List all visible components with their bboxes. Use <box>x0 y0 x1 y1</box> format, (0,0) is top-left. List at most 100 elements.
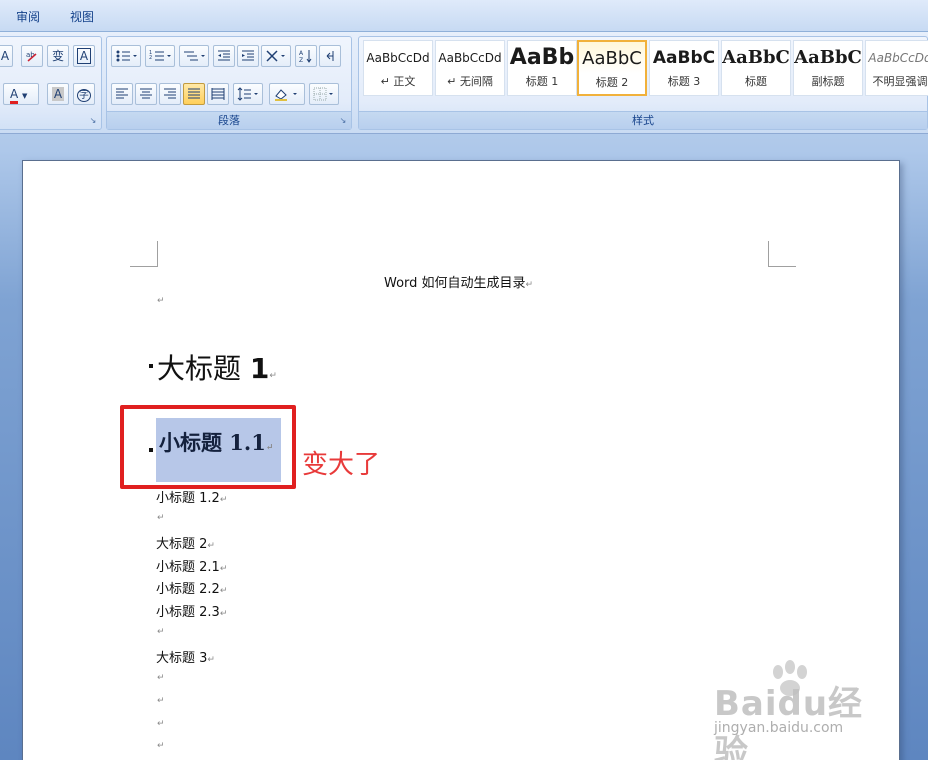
svg-text:Z: Z <box>299 57 303 63</box>
style-sample: AaBbC <box>652 48 716 68</box>
sort-button[interactable]: AZ <box>295 45 317 67</box>
body-line-text: 小标题 2.3 <box>156 605 220 620</box>
chinese-layout-button[interactable] <box>261 45 291 67</box>
body-line[interactable]: 大标题 2↵ <box>156 533 215 552</box>
style-tile[interactable]: AaBbC 标题 3 <box>649 40 719 96</box>
tab-review[interactable]: 审阅 <box>16 8 40 25</box>
paragraph-mark: ↵ <box>219 586 228 596</box>
annotation-text: 变大了 <box>302 450 381 480</box>
numbering-button[interactable]: 12 <box>145 45 175 67</box>
shading-button[interactable] <box>269 83 305 105</box>
paragraph-mark: ↵ <box>157 719 165 729</box>
style-sample: AaBbCcDd <box>868 51 928 65</box>
paragraph-mark: ↵ <box>207 541 215 551</box>
show-marks-button[interactable] <box>319 45 341 67</box>
style-name: 标题 1 <box>525 75 559 88</box>
paragraph-mark: ↵ <box>219 609 228 619</box>
paragraph-mark: ↵ <box>157 673 165 683</box>
paragraph-mark: ↵ <box>219 495 228 505</box>
style-name: 不明显强调 <box>872 75 928 88</box>
paragraph-mark: ↵ <box>219 564 228 574</box>
style-name: 标题 <box>745 75 767 88</box>
body-line-text: 小标题 1.2 <box>156 491 220 506</box>
style-tile[interactable]: AaBb 标题 1 <box>507 40 577 96</box>
style-name: ↵ 正文 <box>380 75 416 88</box>
body-line[interactable]: 小标题 1.2↵ <box>156 487 227 506</box>
body-line-text: 大标题 3 <box>156 651 208 666</box>
bullets-button[interactable] <box>111 45 141 67</box>
heading-1-number: 1 <box>249 352 270 385</box>
body-line[interactable]: 大标题 3↵ <box>156 647 215 666</box>
multilevel-list-button[interactable] <box>179 45 209 67</box>
margin-corner-top-right <box>768 241 796 267</box>
highlight-box <box>120 405 296 489</box>
body-line[interactable]: 小标题 2.1↵ <box>156 556 227 575</box>
ribbon-tab-strip: 审阅 视图 <box>0 0 928 32</box>
body-line[interactable]: 小标题 2.3↵ <box>156 601 227 620</box>
style-name: 标题 2 <box>595 76 629 89</box>
style-sample: AaBbC <box>794 47 862 68</box>
borders-button[interactable] <box>309 83 339 105</box>
body-line-text: 小标题 2.1 <box>156 560 220 575</box>
paragraph-mark: ↵ <box>157 513 165 523</box>
style-tile[interactable]: AaBbCcDd 不明显强调 <box>865 40 928 96</box>
char-shading-button[interactable]: A <box>47 83 69 105</box>
font-color-button[interactable]: A ▼ <box>3 83 39 105</box>
heading-1-text: 大标题 <box>157 352 250 385</box>
styles-group: AaBbCcDd ↵ 正文 AaBbCcDd ↵ 无间隔 AaBb 标题 1 AaBbC 标题… <box>358 36 928 130</box>
phonetic-guide-button[interactable]: 变 <box>47 45 69 67</box>
document-title-text: Word 如何自动生成目录 <box>384 276 526 291</box>
align-right-button[interactable] <box>159 83 181 105</box>
style-sample: AaBbCcDd <box>438 51 502 65</box>
paragraph-mark: ↵ <box>157 696 165 706</box>
heading-1[interactable]: 大标题 1↵ <box>157 347 277 387</box>
paragraph-mark: ↵ <box>207 655 215 665</box>
enclose-char-button[interactable]: 字 <box>73 83 95 105</box>
paragraph-mark: ↵ <box>525 280 534 290</box>
chevron-down-icon: ▼ <box>22 92 28 100</box>
style-sample: AaBbC <box>722 47 790 68</box>
paragraph-mark: ↵ <box>157 627 165 637</box>
grow-font-button[interactable]: A <box>0 45 13 67</box>
distributed-button[interactable] <box>207 83 229 105</box>
style-tile[interactable]: AaBbCcDd ↵ 无间隔 <box>435 40 505 96</box>
align-left-button[interactable] <box>111 83 133 105</box>
tab-view[interactable]: 视图 <box>70 8 94 25</box>
margin-corner-top-left <box>130 241 158 267</box>
decrease-indent-button[interactable] <box>213 45 235 67</box>
align-center-button[interactable] <box>135 83 157 105</box>
heading-bullet <box>149 364 153 368</box>
char-border-glyph: A <box>76 48 92 64</box>
char-shading-glyph: A <box>51 87 65 101</box>
justify-button[interactable] <box>183 83 205 105</box>
font-color-glyph: A <box>10 87 19 104</box>
grow-font-glyph: A <box>0 49 10 63</box>
style-tile[interactable]: AaBbC 副标题 <box>793 40 863 96</box>
clear-format-icon[interactable]: ab <box>21 45 43 67</box>
watermark-brand: Baidu经验 <box>714 684 864 760</box>
phonetic-glyph: 变 <box>51 49 64 63</box>
line-spacing-button[interactable] <box>233 83 263 105</box>
style-name: 标题 3 <box>667 75 701 88</box>
style-tile[interactable]: AaBbCcDd ↵ 正文 <box>363 40 433 96</box>
svg-text:A: A <box>299 50 304 57</box>
style-sample: AaBb <box>509 45 575 70</box>
svg-text:2: 2 <box>149 55 152 61</box>
char-border-button[interactable]: A <box>73 45 95 67</box>
font-dialog-launcher-icon[interactable]: ↘ <box>88 116 98 126</box>
watermark-url: jingyan.baidu.com <box>714 720 844 736</box>
enclose-char-glyph: 字 <box>77 89 91 102</box>
style-sample: AaBbC <box>582 48 642 69</box>
body-line[interactable]: 小标题 2.2↵ <box>156 578 227 597</box>
increase-indent-button[interactable] <box>237 45 259 67</box>
style-tile[interactable]: AaBbC 标题 <box>721 40 791 96</box>
paragraph-group-label: 段落 <box>107 111 351 129</box>
paragraph-mark: ↵ <box>157 296 165 306</box>
ribbon: A ab 变 A A ▼ A 字 ↘ 12 A Z 段落 ↘ AaBbCcDd … <box>0 32 928 134</box>
style-tile[interactable]: AaBbC 标题 2 <box>577 40 647 96</box>
baidu-jingyan-watermark: Baidu经验 jingyan.baidu.com <box>700 658 890 760</box>
body-line-text: 大标题 2 <box>156 537 208 552</box>
paragraph-dialog-launcher-icon[interactable]: ↘ <box>338 116 348 126</box>
styles-group-label: 样式 <box>359 111 927 129</box>
paragraph-group: 12 AZ 段落 ↘ <box>106 36 352 130</box>
